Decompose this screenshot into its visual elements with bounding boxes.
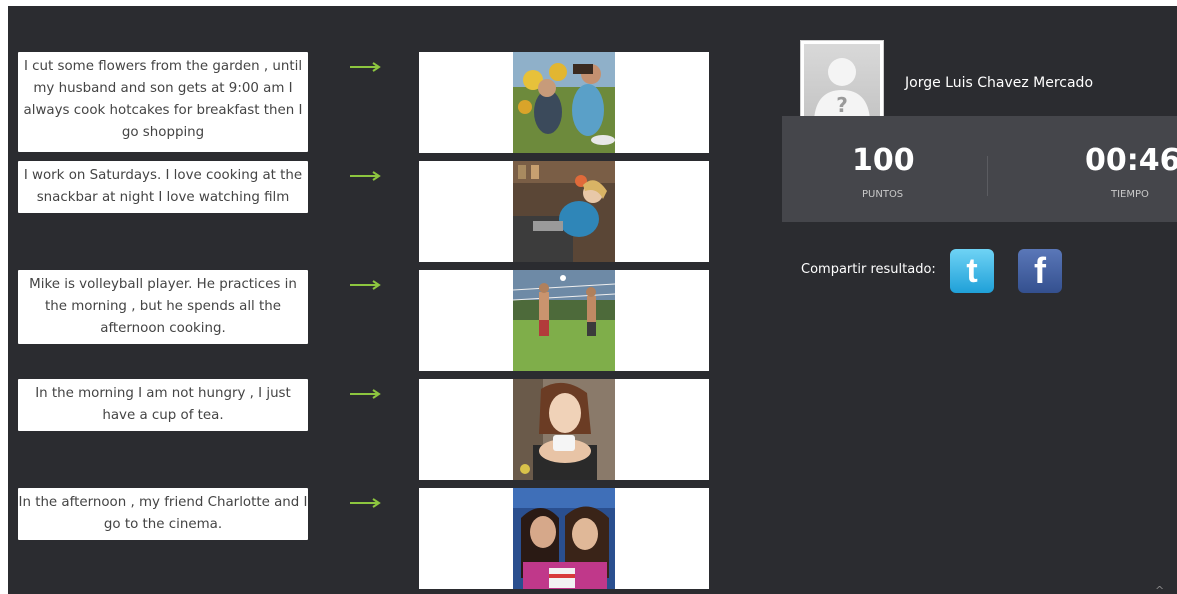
twitter-share-button[interactable]: t [950,249,994,293]
photo-card[interactable] [419,270,709,371]
woman-drinking-tea-photo [513,379,615,480]
sentence-text: Mike is volleyball player. He practices … [29,277,297,336]
time-label: TIEMPO [1111,189,1149,200]
scroll-up-icon[interactable]: ^ [1155,584,1164,594]
sentence-card[interactable]: I work on Saturdays. I love cooking at t… [18,161,308,213]
match-row: In the afternoon , my friend Charlotte a… [18,488,738,589]
sentence-card[interactable]: In the morning I am not hungry , I just … [18,379,308,431]
match-row: I cut some flowers from the garden , unt… [18,52,738,153]
stat-divider [987,156,988,196]
photo-card[interactable] [419,379,709,480]
points-value: 100 [852,143,915,178]
arrow-right-icon [350,498,381,508]
women-gardening-photo [513,52,615,153]
beach-volleyball-photo [513,270,615,371]
twitter-icon: t [966,252,978,290]
match-row: I work on Saturdays. I love cooking at t… [18,161,738,262]
woman-in-kitchen-photo [513,161,615,262]
sentence-text: In the afternoon , my friend Charlotte a… [18,495,308,532]
sentence-card[interactable]: Mike is volleyball player. He practices … [18,270,308,344]
sentence-text: I work on Saturdays. I love cooking at t… [23,168,303,205]
time-value: 00:46 [1085,143,1177,178]
activity-panel: I cut some flowers from the garden , unt… [8,6,1177,594]
arrow-right-icon [350,389,381,399]
match-row: Mike is volleyball player. He practices … [18,270,738,371]
arrow-right-icon [350,171,381,181]
facebook-icon: f [1034,250,1046,291]
photo-card[interactable] [419,488,709,589]
arrow-right-icon [350,280,381,290]
sentence-card[interactable]: In the afternoon , my friend Charlotte a… [18,488,308,540]
sentence-text: In the morning I am not hungry , I just … [35,386,291,423]
photo-card[interactable] [419,52,709,153]
match-row: In the morning I am not hungry , I just … [18,379,738,480]
avatar: ? [800,40,884,124]
sentence-text: I cut some flowers from the garden , unt… [23,59,303,140]
default-avatar-icon: ? [804,44,880,120]
friends-at-cinema-photo [513,488,615,589]
svg-text:?: ? [836,93,848,117]
arrow-right-icon [350,62,381,72]
photo-card[interactable] [419,161,709,262]
sentence-card[interactable]: I cut some flowers from the garden , unt… [18,52,308,152]
score-panel: 100 PUNTOS 00:46 TIEMPO [782,116,1177,222]
user-name: Jorge Luis Chavez Mercado [905,75,1094,91]
facebook-share-button[interactable]: f [1018,249,1062,293]
share-label: Compartir resultado: [801,262,936,277]
points-label: PUNTOS [862,189,904,200]
